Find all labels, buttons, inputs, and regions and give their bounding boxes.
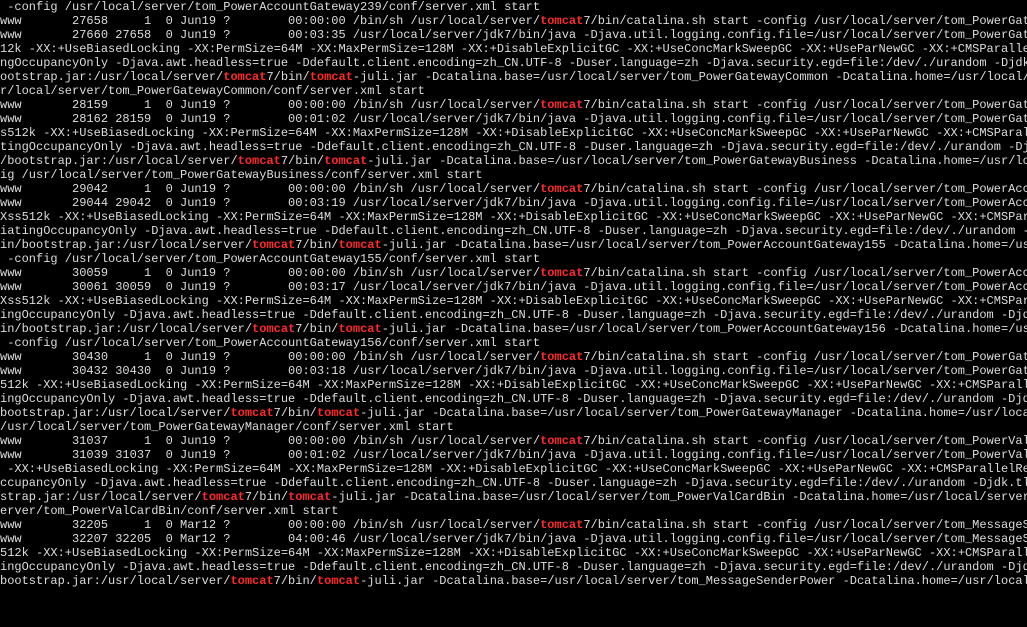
terminal-line: ingOccupancyOnly -Djava.awt.headless=tru… [0, 560, 1027, 574]
terminal-line: -XX:+UseBiasedLocking -XX:PermSize=64M -… [0, 462, 1027, 476]
terminal-line: www 29042 1 0 Jun19 ? 00:00:00 /bin/sh /… [0, 182, 1027, 196]
highlight-token: tomcat [324, 154, 367, 168]
terminal-line: www 31037 1 0 Jun19 ? 00:00:00 /bin/sh /… [0, 434, 1027, 448]
terminal-line: in/bootstrap.jar:/usr/local/server/tomca… [0, 322, 1027, 336]
terminal-line: /bootstrap.jar:/usr/local/server/tomcat7… [0, 154, 1027, 168]
terminal-line: ingOccupancyOnly -Djava.awt.headless=tru… [0, 308, 1027, 322]
terminal-line: www 31039 31037 0 Jun19 ? 00:01:02 /usr/… [0, 448, 1027, 462]
terminal-line: www 30059 1 0 Jun19 ? 00:00:00 /bin/sh /… [0, 266, 1027, 280]
highlight-token: tomcat [223, 70, 266, 84]
highlight-token: tomcat [238, 154, 281, 168]
terminal-line: 12k -XX:+UseBiasedLocking -XX:PermSize=6… [0, 42, 1027, 56]
terminal-line: s512k -XX:+UseBiasedLocking -XX:PermSize… [0, 126, 1027, 140]
terminal-line: bootstrap.jar:/usr/local/server/tomcat7/… [0, 574, 1027, 588]
terminal-line: www 28162 28159 0 Jun19 ? 00:01:02 /usr/… [0, 112, 1027, 126]
highlight-token: tomcat [540, 14, 583, 28]
highlight-token: tomcat [252, 238, 295, 252]
terminal-line: ngOccupancyOnly -Djava.awt.headless=true… [0, 56, 1027, 70]
terminal-line: ig /usr/local/server/tom_PowerGatewayBus… [0, 168, 1027, 182]
terminal-line: ccupancyOnly -Djava.awt.headless=true -D… [0, 476, 1027, 490]
terminal-line: ootstrap.jar:/usr/local/server/tomcat7/b… [0, 70, 1027, 84]
highlight-token: tomcat [338, 238, 381, 252]
highlight-token: tomcat [310, 70, 353, 84]
terminal-line: /usr/local/server/tom_PowerGatewayManage… [0, 420, 1027, 434]
terminal-line: bootstrap.jar:/usr/local/server/tomcat7/… [0, 406, 1027, 420]
highlight-token: tomcat [317, 574, 360, 588]
highlight-token: tomcat [540, 266, 583, 280]
terminal-line: tingOccupancyOnly -Djava.awt.headless=tr… [0, 140, 1027, 154]
terminal-line: 512k -XX:+UseBiasedLocking -XX:PermSize=… [0, 378, 1027, 392]
terminal-line: www 32205 1 0 Mar12 ? 00:00:00 /bin/sh /… [0, 518, 1027, 532]
terminal-line: -config /usr/local/server/tom_PowerAccou… [0, 0, 1027, 14]
terminal-line: www 27658 1 0 Jun19 ? 00:00:00 /bin/sh /… [0, 14, 1027, 28]
terminal-line: r/local/server/tom_PowerGatewayCommon/co… [0, 84, 1027, 98]
terminal-output[interactable]: -config /usr/local/server/tom_PowerAccou… [0, 0, 1027, 588]
terminal-line: Xss512k -XX:+UseBiasedLocking -XX:PermSi… [0, 294, 1027, 308]
highlight-token: tomcat [540, 518, 583, 532]
terminal-line: www 32207 32205 0 Mar12 ? 04:00:46 /usr/… [0, 532, 1027, 546]
terminal-line: iatingOccupancyOnly -Djava.awt.headless=… [0, 224, 1027, 238]
terminal-line: www 29044 29042 0 Jun19 ? 00:03:19 /usr/… [0, 196, 1027, 210]
highlight-token: tomcat [338, 322, 381, 336]
terminal-line: www 30432 30430 0 Jun19 ? 00:03:18 /usr/… [0, 364, 1027, 378]
terminal-line: www 30430 1 0 Jun19 ? 00:00:00 /bin/sh /… [0, 350, 1027, 364]
highlight-token: tomcat [288, 490, 331, 504]
highlight-token: tomcat [317, 406, 360, 420]
terminal-line: 512k -XX:+UseBiasedLocking -XX:PermSize=… [0, 546, 1027, 560]
highlight-token: tomcat [252, 322, 295, 336]
terminal-line: ingOccupancyOnly -Djava.awt.headless=tru… [0, 392, 1027, 406]
highlight-token: tomcat [540, 182, 583, 196]
highlight-token: tomcat [540, 98, 583, 112]
terminal-line: strap.jar:/usr/local/server/tomcat7/bin/… [0, 490, 1027, 504]
highlight-token: tomcat [540, 350, 583, 364]
terminal-line: www 30061 30059 0 Jun19 ? 00:03:17 /usr/… [0, 280, 1027, 294]
terminal-line: -config /usr/local/server/tom_PowerAccou… [0, 336, 1027, 350]
highlight-token: tomcat [230, 406, 273, 420]
terminal-line: -config /usr/local/server/tom_PowerAccou… [0, 252, 1027, 266]
terminal-line: www 27660 27658 0 Jun19 ? 00:03:35 /usr/… [0, 28, 1027, 42]
terminal-line: Xss512k -XX:+UseBiasedLocking -XX:PermSi… [0, 210, 1027, 224]
highlight-token: tomcat [202, 490, 245, 504]
terminal-line: in/bootstrap.jar:/usr/local/server/tomca… [0, 238, 1027, 252]
terminal-line: erver/tom_PowerValCardBin/conf/server.xm… [0, 504, 1027, 518]
highlight-token: tomcat [230, 574, 273, 588]
terminal-line: www 28159 1 0 Jun19 ? 00:00:00 /bin/sh /… [0, 98, 1027, 112]
highlight-token: tomcat [540, 434, 583, 448]
